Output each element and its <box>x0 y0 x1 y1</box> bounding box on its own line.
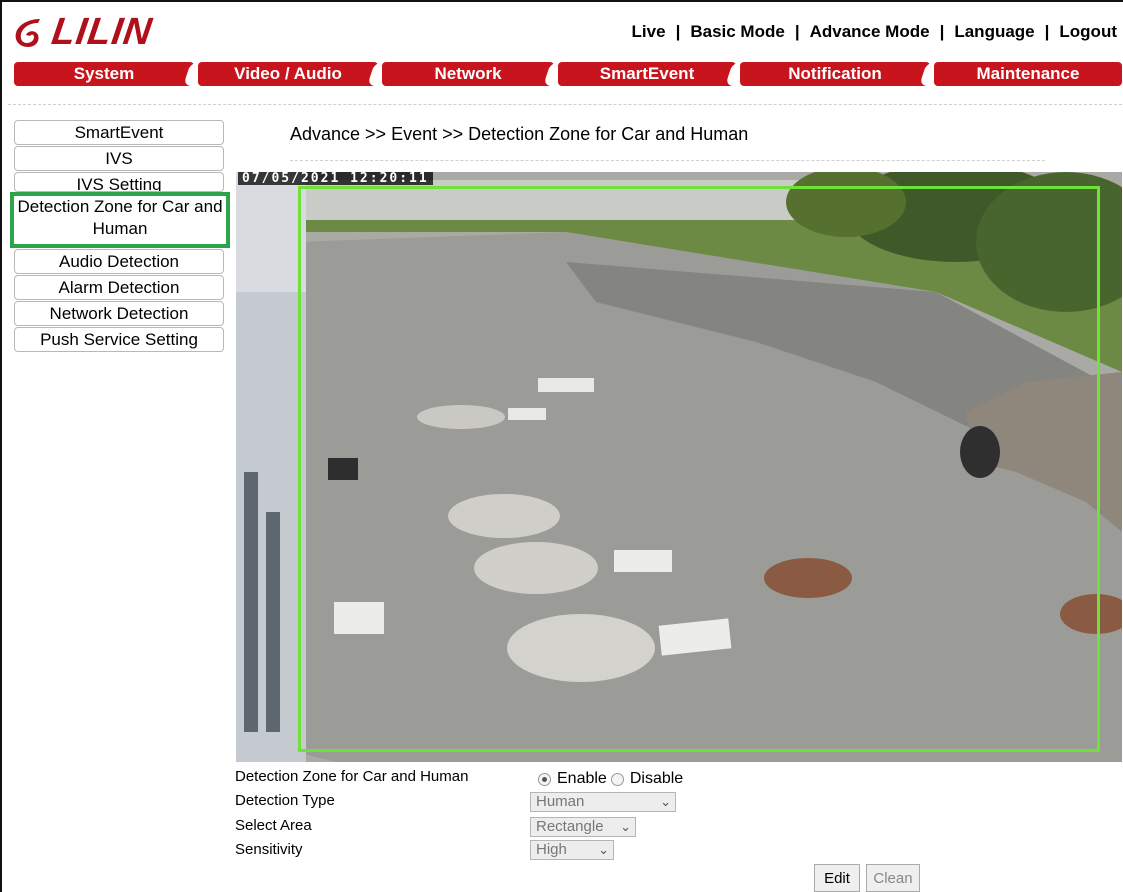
link-separator: | <box>939 22 945 41</box>
select-area-label: Select Area <box>235 817 312 834</box>
link-separator: | <box>675 22 681 41</box>
language-link[interactable]: Language <box>954 22 1034 42</box>
detection-type-label: Detection Type <box>235 792 335 809</box>
main-nav: System Video / Audio Network SmartEvent … <box>14 62 1122 86</box>
detection-zone-rectangle[interactable] <box>298 186 1100 752</box>
sensitivity-value: High <box>536 841 567 858</box>
enable-label: Enable <box>557 770 607 787</box>
side-item-audio-detection[interactable]: Audio Detection <box>14 249 224 274</box>
sensitivity-label: Sensitivity <box>235 841 303 858</box>
zone-enable-radio-group: Enable Disable <box>538 770 683 788</box>
basic-mode-link[interactable]: Basic Mode <box>690 22 784 42</box>
disable-radio[interactable] <box>610 772 624 786</box>
detection-type-select[interactable]: Human ⌄ <box>530 792 676 812</box>
side-item-network-detection[interactable]: Network Detection <box>14 301 224 326</box>
side-item-push-service[interactable]: Push Service Setting <box>14 327 224 352</box>
chevron-down-icon: ⌄ <box>620 819 631 834</box>
lilin-logo: LILIN <box>10 11 155 53</box>
video-timestamp: 07/05/2021 12:20:11 <box>238 172 433 185</box>
side-item-ivs-setting[interactable]: IVS Setting <box>14 172 224 192</box>
live-link[interactable]: Live <box>632 22 666 42</box>
tab-maintenance[interactable]: Maintenance <box>934 62 1122 86</box>
tab-network[interactable]: Network <box>382 62 554 86</box>
clean-button[interactable]: Clean <box>866 864 920 892</box>
header-divider <box>8 104 1122 105</box>
breadcrumb-divider <box>290 160 1045 161</box>
breadcrumb: Advance >> Event >> Detection Zone for C… <box>290 124 749 144</box>
side-item-detection-zone[interactable]: Detection Zone for Car and Human <box>10 192 230 248</box>
select-area-select[interactable]: Rectangle ⌄ <box>530 817 636 837</box>
logout-link[interactable]: Logout <box>1059 22 1117 42</box>
detection-type-value: Human <box>536 793 585 810</box>
tab-smartevent[interactable]: SmartEvent <box>558 62 736 86</box>
select-area-value: Rectangle <box>536 818 604 835</box>
sensitivity-select[interactable]: High ⌄ <box>530 840 614 860</box>
side-item-smartevent[interactable]: SmartEvent <box>14 120 224 145</box>
enable-radio[interactable] <box>538 772 551 786</box>
tab-notification[interactable]: Notification <box>740 62 930 86</box>
tab-system[interactable]: System <box>14 62 194 86</box>
chevron-down-icon: ⌄ <box>598 842 609 857</box>
tab-video-audio[interactable]: Video / Audio <box>198 62 378 86</box>
logo-text: LILIN <box>49 11 155 53</box>
side-item-ivs[interactable]: IVS <box>14 146 224 171</box>
disable-label: Disable <box>629 770 684 787</box>
link-separator: | <box>1044 22 1050 41</box>
edit-button[interactable]: Edit <box>814 864 860 892</box>
advance-mode-link[interactable]: Advance Mode <box>810 22 930 42</box>
chevron-down-icon: ⌄ <box>660 794 671 809</box>
logo-mark-icon <box>10 17 48 47</box>
zone-enable-label: Detection Zone for Car and Human <box>235 768 469 785</box>
side-item-alarm-detection[interactable]: Alarm Detection <box>14 275 224 300</box>
top-links: Live | Basic Mode | Advance Mode | Langu… <box>632 22 1117 42</box>
camera-view[interactable]: 07/05/2021 12:20:11 <box>236 172 1122 762</box>
link-separator: | <box>794 22 800 41</box>
